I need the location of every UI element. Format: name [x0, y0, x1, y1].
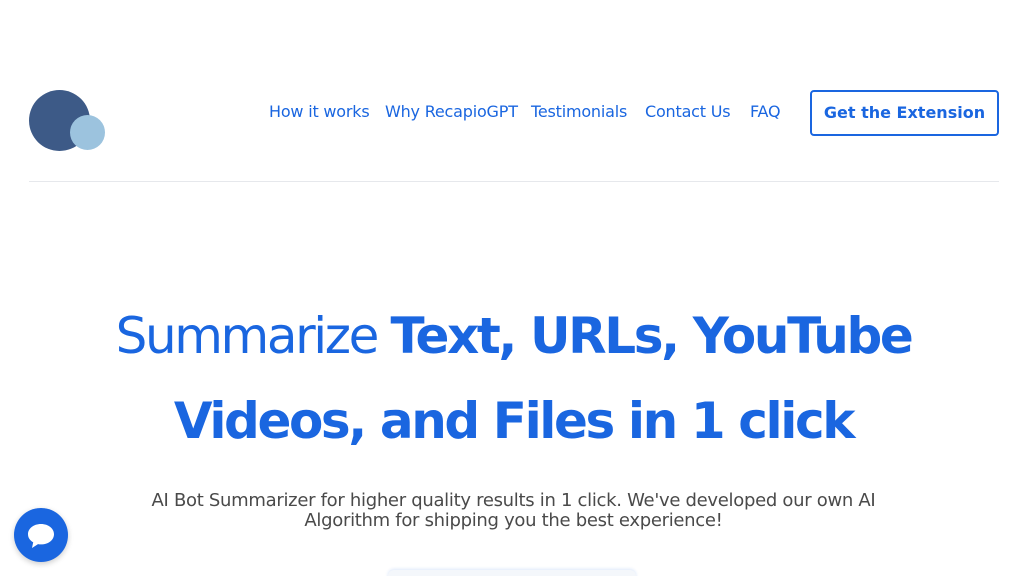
chat-widget-button[interactable] [14, 508, 68, 562]
hero-headline-line-1: Summarize Text, URLs, YouTube [60, 303, 967, 369]
headline-bold-part-2: Videos, and Files in 1 click [173, 392, 856, 450]
get-extension-button[interactable]: Get the Extension [810, 90, 999, 136]
nav-why-recapiogpt[interactable]: Why RecapioGPT [385, 100, 518, 124]
nav-testimonials[interactable]: Testimonials [531, 100, 627, 124]
headline-summarize: Summarize [115, 307, 391, 365]
nav-faq[interactable]: FAQ [750, 100, 781, 124]
chat-bubble-icon [28, 524, 54, 548]
landing-page: How it works Why RecapioGPT Testimonials… [0, 0, 1027, 576]
headline-bold-part-1: Text, URLs, YouTube [390, 307, 913, 365]
nav-how-it-works[interactable]: How it works [269, 100, 370, 124]
header-divider [29, 181, 999, 182]
hero-primary-button[interactable] [388, 570, 636, 576]
hero-subheadline: AI Bot Summarizer for higher quality res… [151, 490, 876, 531]
nav-contact-us[interactable]: Contact Us [645, 100, 731, 124]
hero-headline-line-2: Videos, and Files in 1 click [60, 388, 967, 454]
